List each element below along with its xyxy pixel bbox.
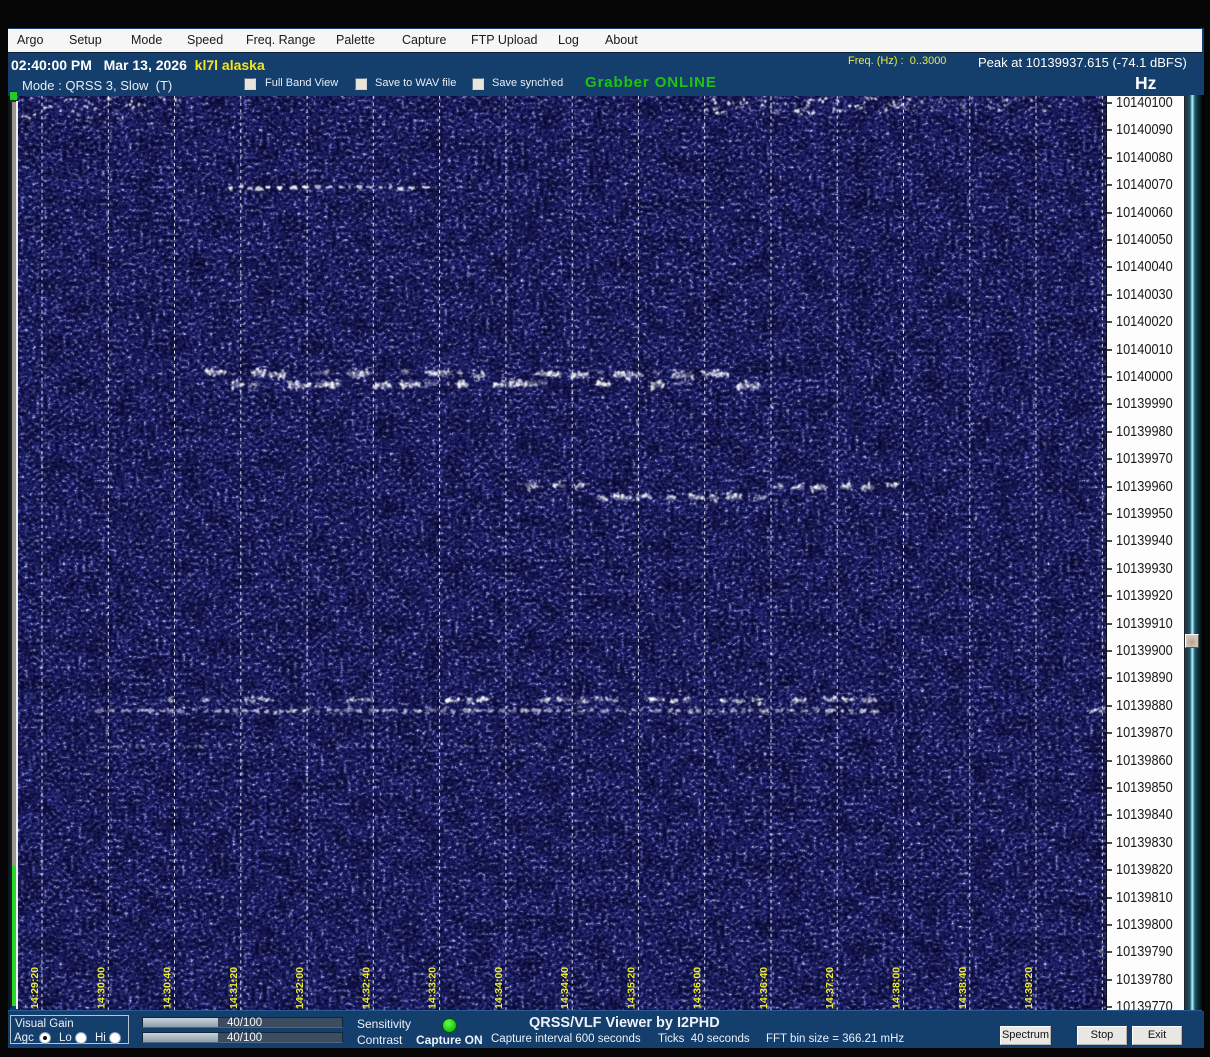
svg-text:14:31:20: 14:31:20 <box>228 967 240 1009</box>
svg-text:14:39:20: 14:39:20 <box>1023 967 1035 1009</box>
svg-text:14:36:00: 14:36:00 <box>692 967 704 1009</box>
svg-text:14:32:00: 14:32:00 <box>294 967 306 1009</box>
svg-text:14:30:00: 14:30:00 <box>95 967 107 1009</box>
svg-text:14:35:20: 14:35:20 <box>625 967 637 1009</box>
svg-text:14:38:00: 14:38:00 <box>891 967 903 1009</box>
svg-text:14:34:00: 14:34:00 <box>493 967 505 1009</box>
svg-text:14:36:40: 14:36:40 <box>758 967 770 1009</box>
svg-text:14:29:20: 14:29:20 <box>29 967 41 1009</box>
svg-text:14:38:40: 14:38:40 <box>957 967 969 1009</box>
svg-text:14:32:40: 14:32:40 <box>360 967 372 1009</box>
svg-text:14:37:20: 14:37:20 <box>824 967 836 1009</box>
svg-text:14:34:40: 14:34:40 <box>559 967 571 1009</box>
svg-text:14:30:40: 14:30:40 <box>162 967 174 1009</box>
svg-text:14:33:20: 14:33:20 <box>427 967 439 1009</box>
